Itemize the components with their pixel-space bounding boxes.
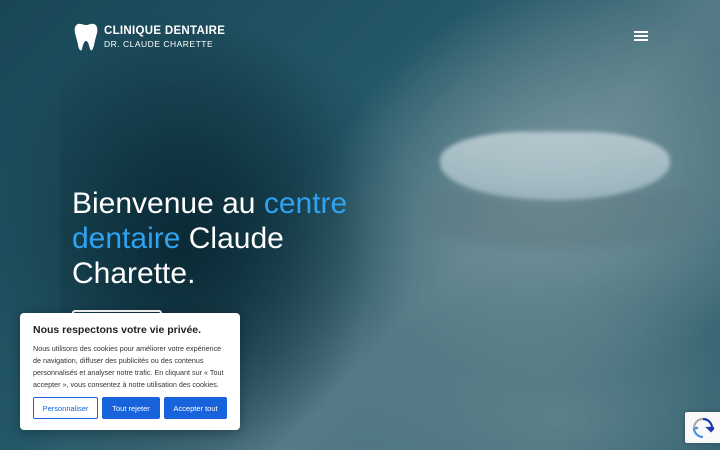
hero-headline: Bienvenue au centre dentaire Claude Char…: [72, 186, 372, 291]
tooth-icon: [74, 23, 98, 51]
hamburger-menu-icon[interactable]: [634, 31, 650, 43]
logo-subtitle: DR. CLAUDE CHARETTE: [104, 38, 214, 49]
cookie-description: Nous utilisons des cookies pour améliore…: [33, 344, 224, 389]
cookie-consent-banner: Nous respectons votre vie privée. Nous u…: [20, 313, 240, 430]
logo-text: CLINIQUE DENTAIRE DR. CLAUDE CHARETTE: [104, 25, 226, 49]
recaptcha-badge[interactable]: [685, 412, 720, 443]
accept-all-button[interactable]: Accepter tout: [164, 397, 227, 419]
logo-title: CLINIQUE DENTAIRE: [104, 25, 226, 37]
customize-button[interactable]: Personnaliser: [33, 397, 98, 419]
cookie-actions: Personnaliser Tout rejeter Accepter tout: [33, 397, 227, 419]
recaptcha-icon: [692, 417, 714, 438]
headline-part1: Bienvenue au: [72, 187, 264, 220]
site-logo[interactable]: CLINIQUE DENTAIRE DR. CLAUDE CHARETTE: [74, 22, 225, 52]
cookie-title: Nous respectons votre vie privée.: [33, 324, 202, 336]
reject-all-button[interactable]: Tout rejeter: [102, 397, 160, 419]
